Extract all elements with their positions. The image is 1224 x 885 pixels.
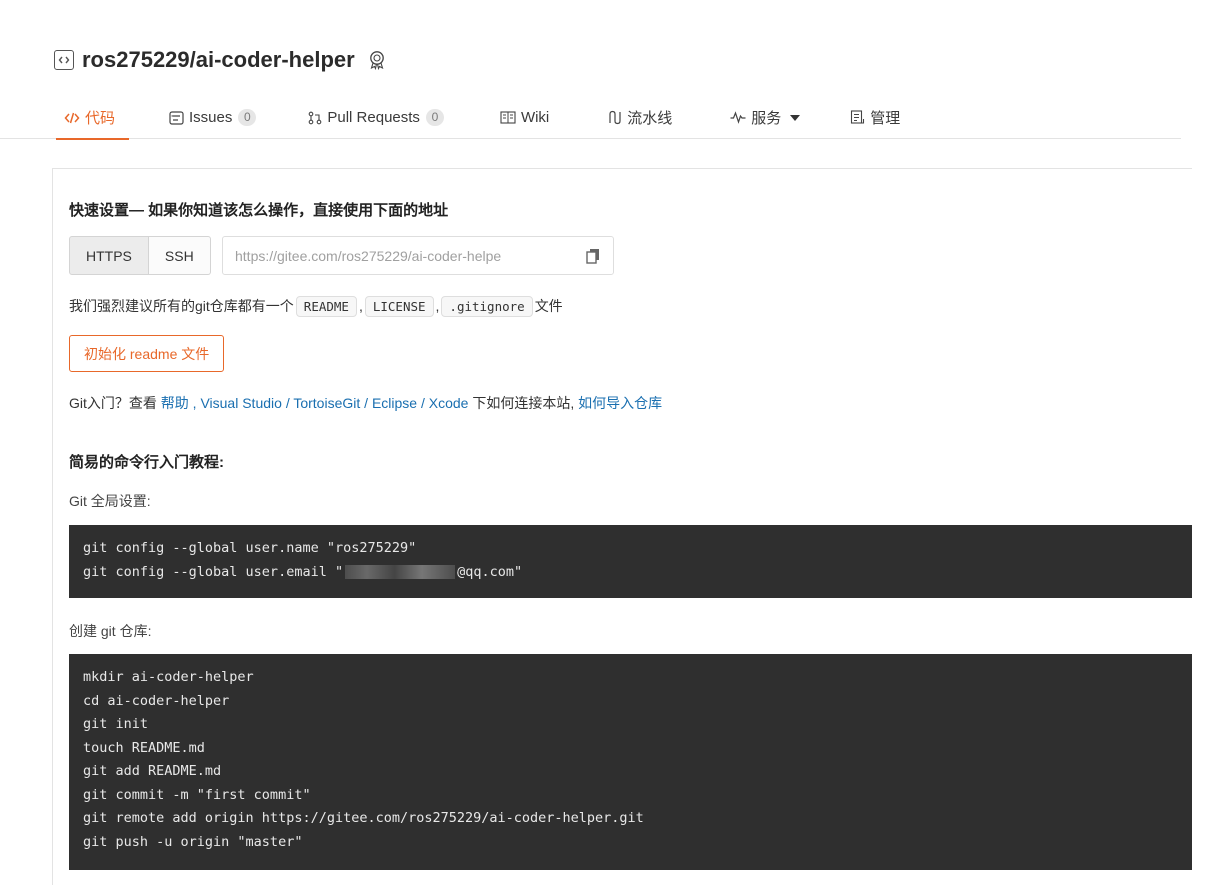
repo-tabs: 代码 Issues 0 Pull Requests 0 Wiki 流水线 服务 …	[54, 96, 900, 140]
guide-prefix: Git入门？查看	[69, 395, 157, 411]
redacted-email	[345, 564, 456, 579]
readme-chip: README	[295, 295, 357, 317]
code-icon	[64, 111, 80, 125]
code-line: git push -u origin "master"	[83, 833, 303, 850]
tab-pull-requests[interactable]: Pull Requests 0	[308, 96, 444, 139]
tab-pipeline-label: 流水线	[627, 110, 673, 127]
slash: /	[285, 395, 290, 411]
xcode-link[interactable]: Xcode	[429, 395, 469, 411]
git-guide-links: Git入门？查看 帮助 , Visual Studio / TortoiseGi…	[69, 393, 662, 413]
issues-icon	[169, 110, 184, 125]
help-link[interactable]: 帮助	[161, 395, 189, 411]
repo-title-row: ros275229/ai-coder-helper	[54, 40, 389, 80]
ssh-button[interactable]: SSH	[148, 236, 211, 275]
license-chip: LICENSE	[364, 295, 434, 317]
clone-url-field[interactable]: https://gitee.com/ros275229/ai-coder-hel…	[222, 236, 614, 275]
separator: ,	[358, 298, 363, 314]
separator: ,	[435, 298, 440, 314]
issues-count-badge: 0	[238, 109, 257, 126]
guide-middle: 下如何连接本站,	[472, 395, 575, 411]
code-line: mkdir ai-coder-helper	[83, 669, 254, 685]
repo-title[interactable]: ros275229/ai-coder-helper	[82, 47, 355, 73]
code-line: git remote add origin https://gitee.com/…	[83, 810, 644, 826]
pull-request-icon	[308, 111, 322, 125]
wiki-icon	[500, 111, 516, 124]
tab-issues-label: Issues	[189, 109, 233, 126]
tab-manage-label: 管理	[870, 110, 901, 127]
tab-pull-requests-label: Pull Requests	[327, 109, 420, 126]
code-line: git commit -m "first commit"	[83, 786, 311, 803]
chevron-down-icon	[790, 114, 801, 121]
award-badge-icon[interactable]	[367, 49, 389, 71]
tab-code-label: 代码	[85, 110, 116, 127]
tab-code[interactable]: 代码	[55, 96, 130, 140]
tab-issues[interactable]: Issues 0	[169, 96, 257, 139]
tutorial-title: 简易的命令行入门教程:	[69, 454, 224, 471]
repo-header: ros275229/ai-coder-helper 代码 Issues 0 Pu…	[0, 0, 1181, 140]
tab-manage[interactable]: 管理	[850, 96, 900, 139]
tab-pipeline[interactable]: 流水线	[607, 96, 672, 139]
quick-setup-title: 快速设置— 如果你知道该怎么操作，直接使用下面的地址	[69, 202, 449, 219]
slash: /	[420, 395, 425, 411]
tortoisegit-link[interactable]: TortoiseGit	[293, 395, 360, 411]
eclipse-link[interactable]: Eclipse	[372, 395, 417, 411]
global-config-code: git config --global user.name "ros275229…	[69, 525, 1192, 598]
guide-comma: ,	[192, 395, 197, 411]
repository-icon	[54, 50, 74, 70]
code-line: git init	[83, 716, 149, 732]
code-line-email: git config --global user.email " @qq.com"	[83, 561, 1178, 585]
tab-services-label: 服务	[751, 110, 782, 127]
create-repo-code: mkdir ai-coder-helper cd ai-coder-helper…	[69, 654, 1192, 870]
code-line: git add README.md	[83, 763, 222, 779]
code-line: git config --global user.name "ros275229…	[83, 540, 417, 556]
suggest-prefix: 我们强烈建议所有的git仓库都有一个	[69, 298, 294, 314]
pipeline-icon	[607, 110, 622, 125]
code-line: cd ai-coder-helper	[83, 692, 230, 709]
suggest-suffix: 文件	[534, 298, 563, 314]
manage-icon	[850, 110, 865, 125]
code-email-prefix: git config --global user.email "	[83, 563, 344, 580]
gitignore-chip: .gitignore	[441, 295, 533, 317]
global-settings-label: Git 全局设置:	[69, 493, 151, 509]
tab-wiki-label: Wiki	[520, 109, 550, 126]
code-email-suffix: @qq.com"	[457, 563, 523, 580]
create-repo-label: 创建 git 仓库:	[69, 623, 152, 639]
recommended-files: 我们强烈建议所有的git仓库都有一个 README , LICENSE , .g…	[69, 293, 563, 319]
copy-icon[interactable]	[585, 248, 601, 264]
pulse-icon	[730, 111, 746, 124]
code-line: touch README.md	[83, 739, 205, 756]
https-button[interactable]: HTTPS	[69, 236, 149, 275]
init-readme-button[interactable]: 初始化 readme 文件	[69, 335, 225, 372]
tab-wiki[interactable]: Wiki	[500, 96, 549, 139]
protocol-switch: HTTPS SSH	[69, 236, 211, 275]
tab-services[interactable]: 服务	[730, 96, 801, 139]
clone-url-text[interactable]: https://gitee.com/ros275229/ai-coder-hel…	[235, 248, 577, 264]
pull-requests-count-badge: 0	[425, 109, 444, 126]
slash: /	[364, 395, 369, 411]
visual-studio-link[interactable]: Visual Studio	[200, 395, 281, 411]
import-repo-link[interactable]: 如何导入仓库	[578, 395, 662, 411]
